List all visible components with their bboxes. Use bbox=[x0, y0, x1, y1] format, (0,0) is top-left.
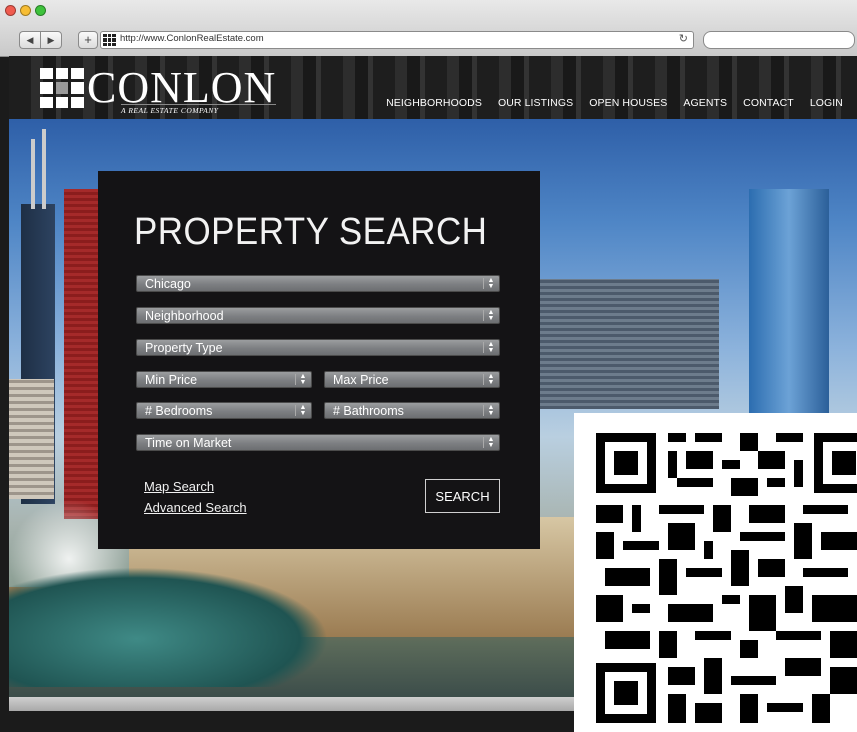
building-glass-center bbox=[539, 279, 719, 409]
neighborhood-select-value: Neighborhood bbox=[145, 309, 224, 323]
bathrooms-select-value: # Bathrooms bbox=[333, 404, 404, 418]
site-favicon-icon bbox=[103, 34, 116, 46]
browser-search-field[interactable] bbox=[703, 31, 855, 49]
updown-arrows-icon: ▲ ▼ bbox=[295, 373, 308, 386]
updown-arrows-icon: ▲ ▼ bbox=[483, 309, 496, 322]
bedrooms-select-value: # Bedrooms bbox=[145, 404, 213, 418]
min-price-select-value: Min Price bbox=[145, 373, 198, 387]
building-white bbox=[9, 379, 54, 499]
search-button[interactable]: SEARCH bbox=[425, 479, 500, 513]
conlon-logo[interactable]: CONLON A REAL ESTATE COMPANY bbox=[40, 63, 277, 115]
property-type-select[interactable]: Property Type ▲ ▼ bbox=[136, 339, 500, 356]
minimize-window-button[interactable] bbox=[20, 5, 31, 16]
updown-arrows-icon: ▲ ▼ bbox=[483, 436, 496, 449]
neighborhood-select[interactable]: Neighborhood ▲ ▼ bbox=[136, 307, 500, 324]
close-window-button[interactable] bbox=[5, 5, 16, 16]
max-price-select[interactable]: Max Price ▲ ▼ bbox=[324, 371, 500, 388]
updown-arrows-icon: ▲ ▼ bbox=[483, 277, 496, 290]
max-price-select-value: Max Price bbox=[333, 373, 389, 387]
search-links: Map Search Advanced Search bbox=[144, 476, 247, 518]
address-bar[interactable]: http://www.ConlonRealEstate.com ↻ bbox=[100, 31, 694, 49]
time-on-market-select-value: Time on Market bbox=[145, 436, 232, 450]
tower-spire-left bbox=[31, 139, 35, 209]
tower-spire-right bbox=[42, 129, 46, 209]
site-header: CONLON A REAL ESTATE COMPANY NEIGHBORHOO… bbox=[9, 56, 857, 119]
url-text[interactable]: http://www.ConlonRealEstate.com bbox=[120, 33, 264, 44]
nav-open-houses[interactable]: OPEN HOUSES bbox=[589, 97, 667, 109]
nav-agents[interactable]: AGENTS bbox=[683, 97, 727, 109]
logo-grid-icon bbox=[40, 68, 84, 108]
time-on-market-select[interactable]: Time on Market ▲ ▼ bbox=[136, 434, 500, 451]
forward-arrow-icon[interactable]: ▶ bbox=[40, 31, 62, 49]
browser-toolbar: ◀ ▶ + http://www.ConlonRealEstate.com ↻ bbox=[0, 0, 857, 57]
history-buttons: ◀ ▶ bbox=[19, 31, 62, 49]
map-search-link[interactable]: Map Search bbox=[144, 476, 247, 497]
property-search-panel: PROPERTY SEARCH Chicago ▲ ▼ Neighborhood … bbox=[98, 171, 540, 549]
nav-neighborhoods[interactable]: NEIGHBORHOODS bbox=[386, 97, 482, 109]
bedrooms-select[interactable]: # Bedrooms ▲ ▼ bbox=[136, 402, 312, 419]
city-select-value: Chicago bbox=[145, 277, 191, 291]
window-controls bbox=[5, 5, 46, 16]
zoom-window-button[interactable] bbox=[35, 5, 46, 16]
advanced-search-link[interactable]: Advanced Search bbox=[144, 497, 247, 518]
seahorse-statue bbox=[9, 567, 329, 687]
nav-login[interactable]: LOGIN bbox=[810, 97, 843, 109]
qr-code bbox=[574, 413, 857, 732]
back-arrow-icon[interactable]: ◀ bbox=[19, 31, 40, 49]
reload-icon[interactable]: ↻ bbox=[679, 32, 688, 45]
logo-name: CONLON bbox=[87, 63, 277, 112]
min-price-select[interactable]: Min Price ▲ ▼ bbox=[136, 371, 312, 388]
updown-arrows-icon: ▲ ▼ bbox=[483, 373, 496, 386]
main-nav: NEIGHBORHOODS OUR LISTINGS OPEN HOUSES A… bbox=[386, 97, 843, 109]
panel-title: PROPERTY SEARCH bbox=[134, 211, 488, 253]
property-type-select-value: Property Type bbox=[145, 341, 223, 355]
new-tab-button[interactable]: + bbox=[78, 31, 98, 49]
nav-contact[interactable]: CONTACT bbox=[743, 97, 794, 109]
qr-code-pattern bbox=[596, 433, 857, 723]
city-select[interactable]: Chicago ▲ ▼ bbox=[136, 275, 500, 292]
bathrooms-select[interactable]: # Bathrooms ▲ ▼ bbox=[324, 402, 500, 419]
nav-our-listings[interactable]: OUR LISTINGS bbox=[498, 97, 573, 109]
updown-arrows-icon: ▲ ▼ bbox=[483, 404, 496, 417]
updown-arrows-icon: ▲ ▼ bbox=[483, 341, 496, 354]
updown-arrows-icon: ▲ ▼ bbox=[295, 404, 308, 417]
